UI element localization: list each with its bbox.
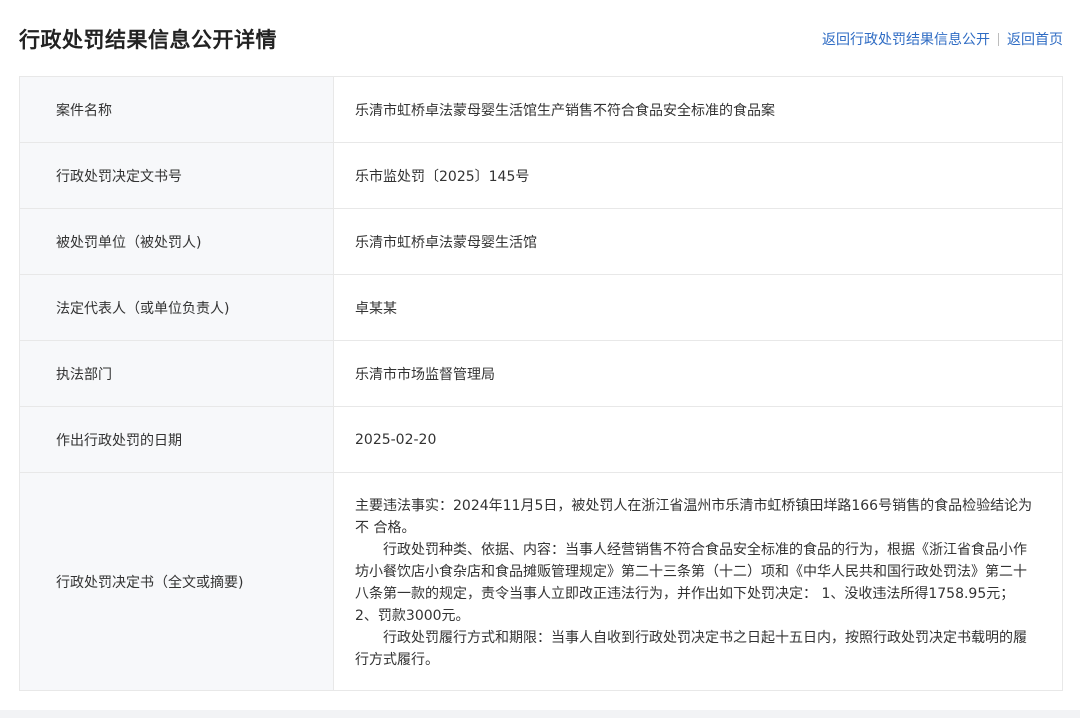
row-value: 乐清市市场监督管理局 [333, 340, 1063, 407]
back-to-penalty-list-link[interactable]: 返回行政处罚结果信息公开 [822, 29, 990, 49]
row-label: 行政处罚决定文书号 [19, 142, 334, 209]
row-value: 卓某某 [333, 274, 1063, 341]
decision-paragraph-basis: 行政处罚种类、依据、内容：当事人经营销售不符合食品安全标准的食品的行为，根据《浙… [355, 541, 1027, 624]
table-row-legal-representative: 法定代表人（或单位负责人) 卓某某 [19, 274, 1063, 341]
row-label: 法定代表人（或单位负责人) [19, 274, 334, 341]
footer-bar [0, 710, 1080, 718]
row-value: 2025-02-20 [333, 406, 1063, 473]
nav-links: 返回行政处罚结果信息公开 返回首页 [822, 29, 1063, 49]
decision-paragraph-execution: 行政处罚履行方式和期限：当事人自收到行政处罚决定书之日起十五日内，按照行政处罚决… [355, 629, 1027, 668]
table-row-decision-document: 行政处罚决定书（全文或摘要) 主要违法事实：2024年11月5日，被处罚人在浙江… [19, 472, 1063, 691]
table-row-case-name: 案件名称 乐清市虹桥卓法蒙母婴生活馆生产销售不符合食品安全标准的食品案 [19, 76, 1063, 143]
page-header: 行政处罚结果信息公开详情 返回行政处罚结果信息公开 返回首页 [0, 0, 1080, 78]
row-label: 案件名称 [19, 76, 334, 143]
nav-divider [998, 32, 999, 46]
page-title: 行政处罚结果信息公开详情 [19, 28, 277, 52]
penalty-detail-table: 案件名称 乐清市虹桥卓法蒙母婴生活馆生产销售不符合食品安全标准的食品案 行政处罚… [19, 76, 1063, 691]
decision-paragraph-facts: 主要违法事实：2024年11月5日，被处罚人在浙江省温州市乐清市虹桥镇田垟路16… [355, 497, 1033, 536]
row-label: 作出行政处罚的日期 [19, 406, 334, 473]
row-label: 行政处罚决定书（全文或摘要) [19, 472, 334, 691]
row-value: 乐清市虹桥卓法蒙母婴生活馆 [333, 208, 1063, 275]
decision-text: 主要违法事实：2024年11月5日，被处罚人在浙江省温州市乐清市虹桥镇田垟路16… [355, 493, 1034, 671]
row-label: 被处罚单位（被处罚人) [19, 208, 334, 275]
row-value: 乐市监处罚〔2025〕145号 [333, 142, 1063, 209]
row-value: 主要违法事实：2024年11月5日，被处罚人在浙江省温州市乐清市虹桥镇田垟路16… [333, 472, 1063, 691]
table-row-decision-date: 作出行政处罚的日期 2025-02-20 [19, 406, 1063, 473]
table-row-penalized-party: 被处罚单位（被处罚人) 乐清市虹桥卓法蒙母婴生活馆 [19, 208, 1063, 275]
row-label: 执法部门 [19, 340, 334, 407]
table-row-enforcement-department: 执法部门 乐清市市场监督管理局 [19, 340, 1063, 407]
table-row-document-number: 行政处罚决定文书号 乐市监处罚〔2025〕145号 [19, 142, 1063, 209]
back-to-home-link[interactable]: 返回首页 [1007, 29, 1063, 49]
row-value: 乐清市虹桥卓法蒙母婴生活馆生产销售不符合食品安全标准的食品案 [333, 76, 1063, 143]
